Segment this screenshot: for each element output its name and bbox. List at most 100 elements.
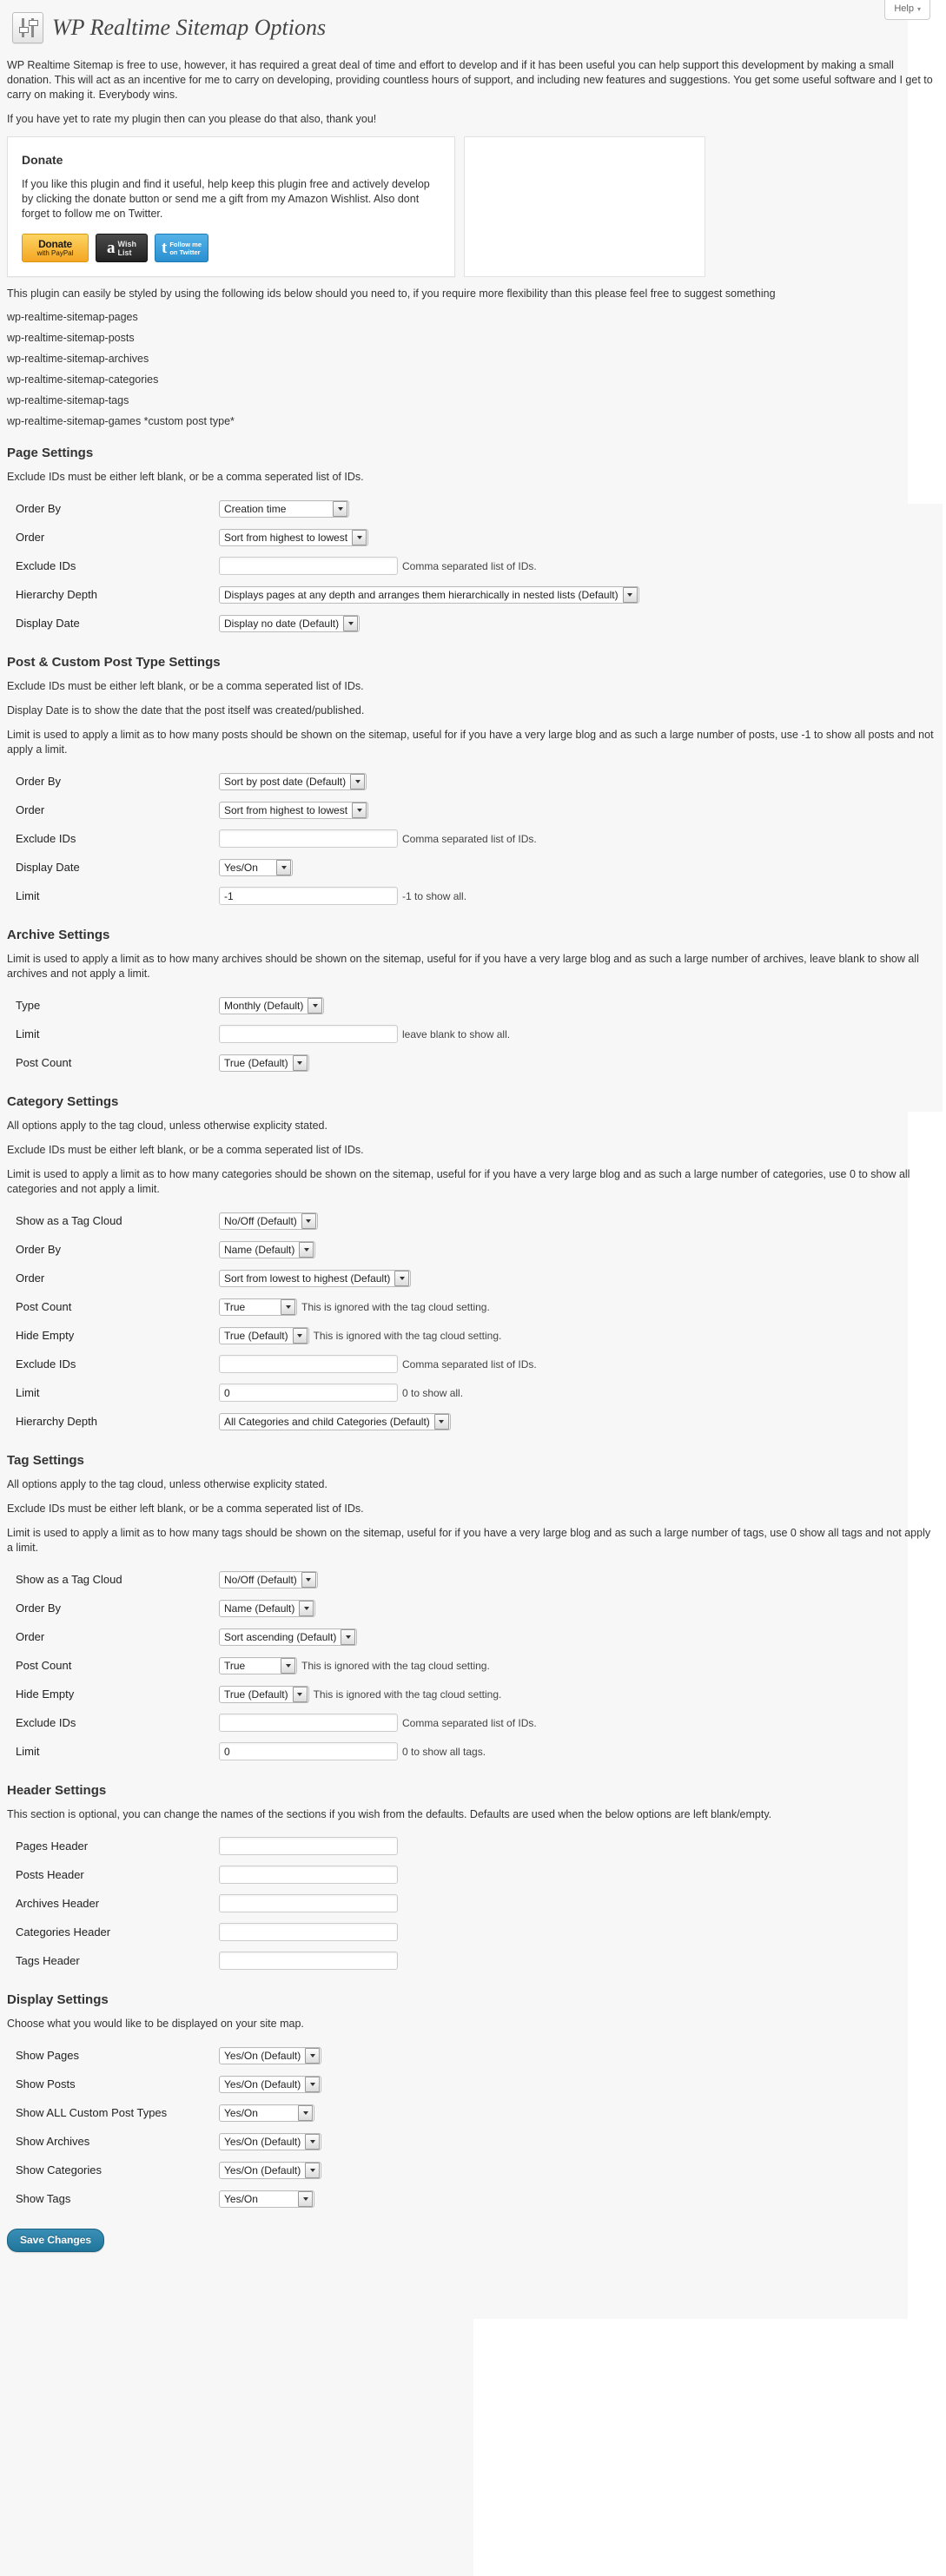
- select-value: Yes/On (Default): [224, 2049, 301, 2062]
- field-cell: Name (Default): [219, 1235, 928, 1264]
- styling-note: This plugin can easily be styled by usin…: [7, 287, 776, 300]
- chevron-down-icon[interactable]: [333, 500, 347, 517]
- input-tags-header[interactable]: [219, 1952, 398, 1970]
- field-label: Limit: [16, 1027, 40, 1040]
- select-show-categories[interactable]: Yes/On (Default): [219, 2161, 322, 2179]
- field-cell: Monthly (Default): [219, 991, 928, 1020]
- chevron-down-icon[interactable]: [298, 2104, 313, 2121]
- field-hint: leave blank to show all.: [402, 1027, 511, 1040]
- chevron-down-icon[interactable]: [305, 2133, 321, 2150]
- select-post-count[interactable]: True: [219, 1656, 297, 1674]
- input-pages-header[interactable]: [219, 1837, 398, 1855]
- chevron-down-icon[interactable]: [301, 1212, 316, 1229]
- settings-row: Show Categories Yes/On (Default): [7, 2156, 928, 2184]
- paypal-button-line2: with PayPal: [36, 249, 74, 257]
- chevron-down-icon[interactable]: [622, 586, 638, 603]
- chevron-down-icon[interactable]: [352, 529, 367, 545]
- chevron-down-icon[interactable]: [298, 2190, 313, 2207]
- select-show-tags[interactable]: Yes/On: [219, 2190, 314, 2208]
- select-order-by[interactable]: Creation time: [219, 499, 349, 518]
- chevron-down-icon[interactable]: [350, 773, 366, 789]
- tag-settings-note: Limit is used to apply a limit as to how…: [7, 1527, 931, 1554]
- field-label: Pages Header: [16, 1840, 89, 1853]
- field-cell: Sort from lowest to highest (Default): [219, 1264, 928, 1292]
- select-order-by[interactable]: Name (Default): [219, 1240, 316, 1258]
- twitter-bird-icon: t: [162, 239, 168, 257]
- field-cell: Yes/On: [219, 2098, 928, 2127]
- chevron-down-icon[interactable]: [433, 1413, 449, 1430]
- settings-row: Post Count True This is ignored with the t…: [7, 1292, 928, 1321]
- select-hierarchy-depth[interactable]: Displays pages at any depth and arranges…: [219, 585, 639, 604]
- chevron-down-icon[interactable]: [292, 1686, 308, 1702]
- select-display-date[interactable]: Display no date (Default): [219, 614, 361, 632]
- chevron-down-icon[interactable]: [292, 1327, 308, 1344]
- chevron-down-icon[interactable]: [305, 2162, 321, 2178]
- chevron-down-icon[interactable]: [305, 2047, 321, 2064]
- chevron-down-icon[interactable]: [292, 1054, 308, 1071]
- select-show-as-a-tag-cloud[interactable]: No/Off (Default): [219, 1570, 318, 1589]
- chevron-down-icon[interactable]: [394, 1270, 410, 1286]
- chevron-down-icon[interactable]: [301, 1571, 316, 1588]
- select-order[interactable]: Sort ascending (Default): [219, 1628, 358, 1646]
- select-display-date[interactable]: Yes/On: [219, 858, 293, 876]
- chevron-down-icon[interactable]: [299, 1600, 314, 1616]
- archive-settings-note: Limit is used to apply a limit as to how…: [7, 953, 919, 980]
- select-type[interactable]: Monthly (Default): [219, 996, 325, 1014]
- chevron-down-icon[interactable]: [281, 1657, 295, 1674]
- input-exclude-ids[interactable]: [219, 1355, 398, 1373]
- sitemap-css-id: wp-realtime-sitemap-categories: [7, 373, 159, 386]
- select-show-pages[interactable]: Yes/On (Default): [219, 2046, 322, 2064]
- field-cell: Sort from highest to lowest: [219, 523, 928, 552]
- field-label: Display Date: [16, 617, 80, 630]
- input-exclude-ids[interactable]: [219, 557, 398, 575]
- chevron-down-icon[interactable]: [299, 1241, 314, 1258]
- sitemap-css-id: wp-realtime-sitemap-pages: [7, 311, 138, 323]
- chevron-down-icon[interactable]: [276, 859, 291, 875]
- select-order[interactable]: Sort from lowest to highest (Default): [219, 1269, 412, 1287]
- tag-settings-heading: Tag Settings: [7, 1453, 84, 1468]
- input-exclude-ids[interactable]: [219, 829, 398, 848]
- select-show-all-custom-post-types[interactable]: Yes/On: [219, 2104, 314, 2122]
- paypal-button-line1: Donate: [38, 238, 72, 250]
- select-hierarchy-depth[interactable]: All Categories and child Categories (Def…: [219, 1412, 451, 1430]
- save-changes-button[interactable]: Save Changes: [7, 2229, 105, 2252]
- input-limit[interactable]: [219, 887, 398, 905]
- input-posts-header[interactable]: [219, 1866, 398, 1884]
- chevron-down-icon[interactable]: [343, 615, 359, 631]
- select-post-count[interactable]: True: [219, 1298, 297, 1316]
- select-hide-empty[interactable]: True (Default): [219, 1685, 309, 1703]
- field-label: Exclude IDs: [16, 832, 76, 845]
- field-cell: Yes/On (Default): [219, 2041, 928, 2070]
- input-exclude-ids[interactable]: [219, 1714, 398, 1732]
- input-archives-header[interactable]: [219, 1894, 398, 1912]
- input-limit[interactable]: [219, 1742, 398, 1760]
- select-order-by[interactable]: Name (Default): [219, 1599, 316, 1617]
- select-order[interactable]: Sort from highest to lowest: [219, 801, 369, 819]
- select-hide-empty[interactable]: True (Default): [219, 1326, 309, 1344]
- select-order[interactable]: Sort from highest to lowest: [219, 528, 369, 546]
- input-limit[interactable]: [219, 1384, 398, 1402]
- donate-buttons: Donate with PayPal a Wish List t Follow: [22, 234, 440, 262]
- chevron-down-icon[interactable]: [341, 1628, 356, 1645]
- select-show-as-a-tag-cloud[interactable]: No/Off (Default): [219, 1212, 318, 1230]
- category-settings-table: Show as a Tag Cloud No/Off (Default) Order…: [7, 1206, 928, 1436]
- field-label: Show Tags: [16, 2192, 71, 2205]
- chevron-down-icon[interactable]: [305, 2076, 321, 2092]
- help-tab[interactable]: Help ▾: [884, 0, 930, 20]
- settings-row: Categories Header: [7, 1918, 928, 1946]
- sitemap-css-id: wp-realtime-sitemap-tags: [7, 394, 129, 406]
- chevron-down-icon[interactable]: [352, 802, 367, 818]
- chevron-down-icon[interactable]: [308, 997, 323, 1014]
- chevron-down-icon[interactable]: [281, 1298, 295, 1315]
- field-cell: Creation time: [219, 494, 928, 523]
- twitter-follow-button[interactable]: t Follow me on Twitter: [155, 234, 208, 262]
- select-value: Yes/On: [224, 2192, 258, 2205]
- select-order-by[interactable]: Sort by post date (Default): [219, 772, 367, 790]
- select-show-posts[interactable]: Yes/On (Default): [219, 2075, 322, 2093]
- select-show-archives[interactable]: Yes/On (Default): [219, 2132, 322, 2150]
- input-categories-header[interactable]: [219, 1923, 398, 1941]
- amazon-wishlist-button[interactable]: a Wish List: [96, 234, 148, 262]
- paypal-donate-button[interactable]: Donate with PayPal: [22, 234, 89, 262]
- select-post-count[interactable]: True (Default): [219, 1054, 309, 1072]
- input-limit[interactable]: [219, 1025, 398, 1043]
